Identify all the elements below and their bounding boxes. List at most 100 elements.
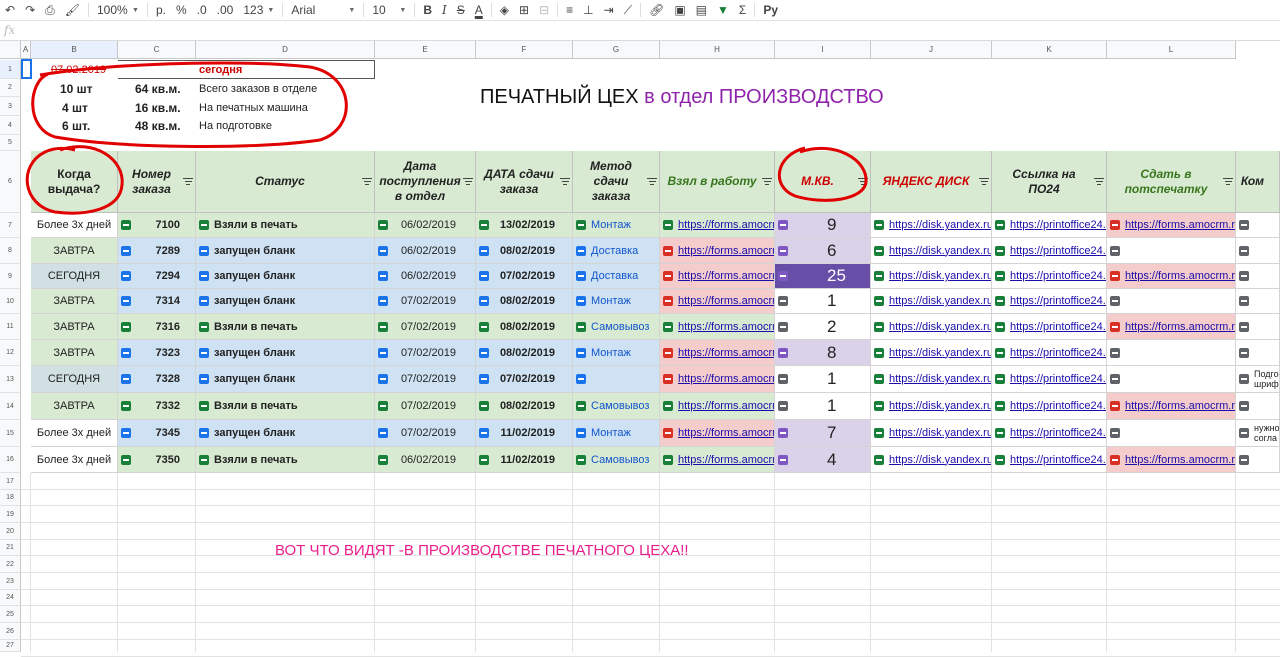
row-header-5[interactable]: 5 [0,135,21,151]
cell-status[interactable]: запущен бланк [196,238,375,264]
dropdown-chip-icon[interactable] [1239,220,1249,230]
column-header-h[interactable]: H [660,41,775,59]
dropdown-chip-icon[interactable] [378,271,388,281]
cell-status[interactable]: запущен бланк [196,289,375,314]
cell-comment[interactable] [1236,340,1280,366]
dropdown-chip-icon[interactable] [1110,347,1120,358]
cell-method[interactable]: Монтаж [573,340,660,366]
cell-date-due[interactable]: 13/02/2019 [476,213,573,238]
cell-order-number[interactable]: 7316 [118,314,196,340]
cell-po24-link[interactable]: https://printoffice24.co [992,238,1107,264]
column-header-e[interactable]: E [375,41,476,59]
filter-icon[interactable] [762,177,772,187]
dropdown-chip-icon[interactable] [874,347,884,358]
column-header-c[interactable]: C [118,41,196,59]
dropdown-chip-icon[interactable] [1110,271,1120,281]
valign-icon[interactable]: ⊥ [578,1,598,19]
row-header-13[interactable]: 13 [0,366,21,393]
filter-icon[interactable] [183,177,193,187]
column-header-i[interactable]: I [775,41,871,59]
decrease-decimal-button[interactable]: .0 [192,1,212,19]
active-cell[interactable] [21,59,32,79]
column-header-f[interactable]: F [476,41,573,59]
zoom-select[interactable]: 100% ▼ [92,1,144,19]
cell-po24-link[interactable]: https://printoffice24.co [992,264,1107,289]
cell-po24-link[interactable]: https://printoffice24.co [992,393,1107,420]
cell-m2[interactable]: 7 [775,420,871,447]
dropdown-chip-icon[interactable] [778,321,788,332]
dropdown-chip-icon[interactable] [874,401,884,411]
cell-taken-link[interactable]: https://forms.amocrm [660,420,775,447]
cell-yandex-link[interactable]: https://disk.yandex.ru/c [871,264,992,289]
row-header-8[interactable]: 8 [0,238,21,264]
column-header-l[interactable]: L [1107,41,1236,59]
cell-yandex-link[interactable]: https://disk.yandex.ru/c [871,314,992,340]
dropdown-chip-icon[interactable] [1239,454,1249,465]
dropdown-chip-icon[interactable] [874,296,884,306]
dropdown-chip-icon[interactable] [479,401,489,411]
strikethrough-button[interactable]: S [452,1,470,19]
dropdown-chip-icon[interactable] [121,245,131,256]
column-header-g[interactable]: G [573,41,660,59]
cell-taken-link[interactable]: https://forms.amocrm [660,238,775,264]
cell-po24-link[interactable]: https://printoffice24.co [992,420,1107,447]
dropdown-chip-icon[interactable] [1110,454,1120,465]
dropdown-chip-icon[interactable] [576,454,586,465]
dropdown-chip-icon[interactable] [1239,374,1249,384]
cell-postprint-link[interactable]: https://forms.amocrm.ru/c [1107,314,1236,340]
dropdown-chip-icon[interactable] [663,428,673,438]
cell-status[interactable]: Взяли в печать [196,447,375,473]
row-header-10[interactable]: 10 [0,289,21,314]
row-header-11[interactable]: 11 [0,314,21,340]
dropdown-chip-icon[interactable] [576,401,586,411]
more-formats-select[interactable]: 123 ▼ [238,1,279,19]
column-header-a[interactable]: A [21,41,31,59]
filter-icon[interactable] [1094,177,1104,187]
cell-date-due[interactable]: 08/02/2019 [476,289,573,314]
comment-icon[interactable]: ▣ [669,1,690,19]
cell-date-in[interactable]: 07/02/2019 [375,340,476,366]
row-header-6[interactable]: 6 [0,151,21,213]
cell-m2[interactable]: 1 [775,289,871,314]
cell-date-due[interactable]: 08/02/2019 [476,340,573,366]
input-tools-button[interactable]: Ру [758,1,783,19]
dropdown-chip-icon[interactable] [1110,296,1120,306]
filter-icon[interactable] [979,177,989,187]
dropdown-chip-icon[interactable] [121,220,131,230]
italic-button[interactable]: I [437,1,452,19]
dropdown-chip-icon[interactable] [1110,321,1120,332]
filter-icon[interactable] [463,177,473,187]
cell-m2[interactable]: 4 [775,447,871,473]
row-header-20[interactable]: 20 [0,523,21,540]
dropdown-chip-icon[interactable] [199,245,209,256]
cell-order-number[interactable]: 7100 [118,213,196,238]
dropdown-chip-icon[interactable] [1110,401,1120,411]
dropdown-chip-icon[interactable] [874,374,884,384]
dropdown-chip-icon[interactable] [576,321,586,332]
dropdown-chip-icon[interactable] [663,454,673,465]
cell-postprint-link[interactable] [1107,420,1236,447]
dropdown-chip-icon[interactable] [778,454,788,465]
dropdown-chip-icon[interactable] [995,220,1005,230]
formula-bar[interactable]: fx [0,21,1280,41]
column-header-b[interactable]: B [31,41,118,59]
dropdown-chip-icon[interactable] [199,347,209,358]
dropdown-chip-icon[interactable] [1239,347,1249,358]
borders-icon[interactable]: ⊞ [514,1,534,19]
cell-status[interactable]: запущен бланк [196,340,375,366]
cell-m2[interactable]: 6 [775,238,871,264]
dropdown-chip-icon[interactable] [778,296,788,306]
dropdown-chip-icon[interactable] [1239,321,1249,332]
dropdown-chip-icon[interactable] [995,321,1005,332]
font-size-select[interactable]: 10 ▼ [367,1,411,19]
cell-date-due[interactable]: 08/02/2019 [476,238,573,264]
cell-method[interactable]: Монтаж [573,420,660,447]
dropdown-chip-icon[interactable] [663,296,673,306]
row-header-24[interactable]: 24 [0,590,21,606]
cell-yandex-link[interactable]: https://disk.yandex.ru/c [871,366,992,393]
fill-color-icon[interactable]: ◈ [495,1,514,19]
cell-taken-link[interactable]: https://forms.amocrm [660,447,775,473]
row-header-26[interactable]: 26 [0,623,21,640]
cell-date-due[interactable]: 07/02/2019 [476,366,573,393]
dropdown-chip-icon[interactable] [479,245,489,256]
